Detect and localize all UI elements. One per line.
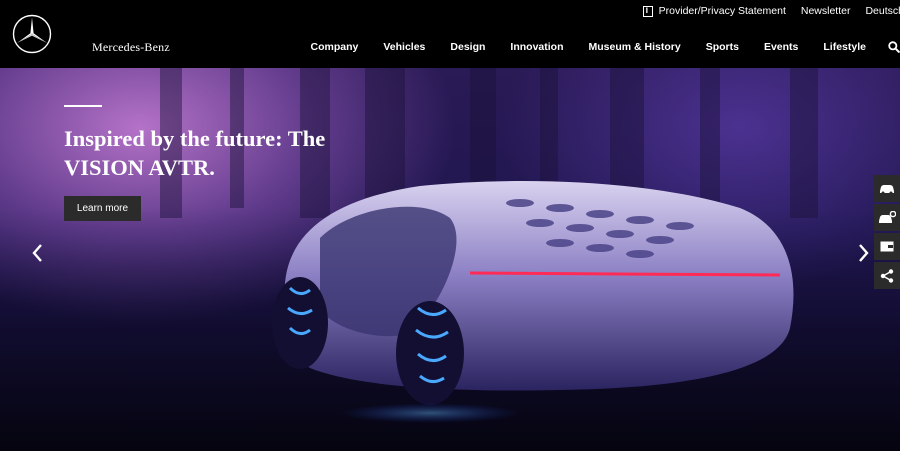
nav-innovation[interactable]: Innovation [510,41,563,53]
nav-vehicles[interactable]: Vehicles [383,41,425,53]
info-icon [642,5,653,17]
brand-wordmark: Mercedes-Benz [92,40,170,54]
provider-privacy-link[interactable]: Provider/Privacy Statement [642,5,786,17]
hero-rule [64,105,102,107]
side-toolbar [874,175,900,291]
wallet-icon [880,241,894,252]
wallet-tool[interactable] [874,233,900,260]
nav-events[interactable]: Events [764,41,798,53]
nav-lifestyle[interactable]: Lifestyle [823,41,866,53]
share-tool[interactable] [874,262,900,289]
utility-bar: Provider/Privacy Statement Newsletter De… [628,4,900,18]
main-nav: Company Vehicles Design Innovation Museu… [286,41,900,53]
car-config-icon [879,210,896,223]
nav-museum-history[interactable]: Museum & History [589,41,681,53]
nav-design[interactable]: Design [450,41,485,53]
mercedes-star-logo[interactable] [12,14,52,54]
newsletter-link[interactable]: Newsletter [801,5,851,17]
chevron-right-icon[interactable] [855,238,873,268]
car-config-tool[interactable] [874,204,900,231]
chevron-left-icon[interactable] [28,238,46,268]
car-tool[interactable] [874,175,900,202]
hero-title: Inspired by the future: The VISION AVTR. [64,126,326,180]
share-icon [880,268,894,283]
language-link[interactable]: Deutsch [865,5,900,17]
site-header: Mercedes-Benz Provider/Privacy Statement… [0,0,900,68]
nav-sports[interactable]: Sports [706,41,739,53]
nav-company[interactable]: Company [311,41,359,53]
search-icon[interactable] [888,41,900,53]
car-icon [880,184,894,194]
provider-privacy-label: Provider/Privacy Statement [658,5,786,17]
hero-carousel: Inspired by the future: The VISION AVTR.… [0,68,900,451]
learn-more-button[interactable]: Learn more [64,196,141,221]
